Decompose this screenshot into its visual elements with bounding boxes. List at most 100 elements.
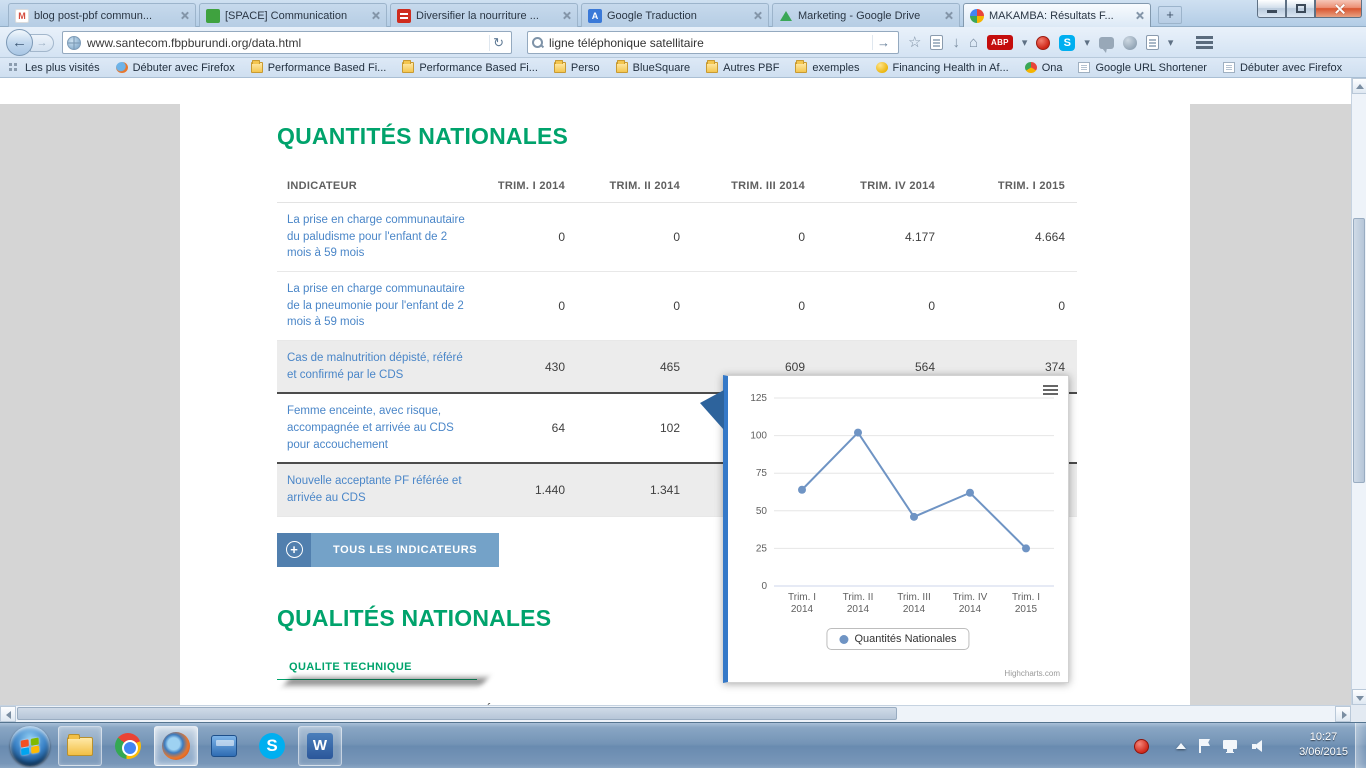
table-row[interactable]: La prise en charge communautaire de la p… [277,271,1077,342]
tab-qualite-technique[interactable]: QUALITE TECHNIQUE [277,653,477,680]
clipboard-icon[interactable] [1145,35,1159,50]
home-icon[interactable]: ⌂ [969,31,978,54]
reload-icon[interactable]: ↻ [489,34,507,51]
tab-pdf[interactable]: Diversifier la nourriture ... [390,3,578,27]
bookmark-star-icon[interactable]: ☆ [908,31,921,54]
network-icon[interactable] [1223,739,1239,753]
skype-caret-icon[interactable]: ▾ [1084,36,1090,49]
scroll-right-button[interactable] [1335,706,1351,722]
most-visited-icon [8,62,20,73]
horizontal-scrollbar-thumb[interactable] [17,707,897,720]
indicator-link[interactable]: Nouvelle acceptante PF référée et arrivé… [277,463,487,517]
back-button[interactable]: ← [6,29,33,56]
explorer-taskbar-button[interactable] [58,726,102,766]
tab-close-icon[interactable] [753,11,762,20]
chart-menu-icon[interactable] [1043,385,1058,396]
bookmark-folder-exemples[interactable]: exemples [795,60,860,74]
tab-close-icon[interactable] [1135,11,1144,20]
bookmark-folder-pbf1[interactable]: Performance Based Fi... [250,60,386,74]
svg-text:Trim. II2014: Trim. II 2014 [843,592,874,615]
value-cell: 0 [947,271,1077,342]
start-button[interactable] [10,726,50,766]
windows-taskbar: S W 10:27 3/06/2015 [0,722,1366,768]
horizontal-scrollbar[interactable] [0,705,1351,722]
value-cell: 0 [487,202,577,273]
vertical-scrollbar[interactable] [1351,78,1366,705]
extension-circle-icon[interactable] [1122,35,1137,50]
hidden-icons-arrow[interactable] [1176,743,1186,749]
app-taskbar-button[interactable] [202,726,246,766]
highcharts-credit[interactable]: Highcharts.com [1004,669,1060,678]
value-cell: 4.177 [817,202,947,273]
tab-drive[interactable]: Marketing - Google Drive [772,3,960,27]
url-text[interactable]: www.santecom.fbpburundi.org/data.html [87,36,483,50]
bookmark-financing-health[interactable]: Financing Health in Af... [875,62,1009,74]
taskbar-clock[interactable]: 10:27 3/06/2015 [1299,730,1348,760]
minimize-button[interactable] [1257,0,1286,18]
skype-toolbar-icon[interactable]: S [1059,34,1076,51]
tab-translate[interactable]: A Google Traduction [581,3,769,27]
table-row[interactable]: La prise en charge communautaire du palu… [277,202,1077,273]
bookmark-folder-autres-pbf[interactable]: Autres PBF [706,60,779,74]
word-taskbar-button[interactable]: W [298,726,342,766]
close-button[interactable] [1315,0,1362,18]
chrome-taskbar-button[interactable] [106,726,150,766]
page-viewport: QUANTITÉS NATIONALES INDICATEUR TRIM. I … [0,78,1366,705]
menu-icon[interactable] [1196,36,1214,49]
action-center-icon[interactable] [1199,739,1210,753]
bookmark-url-shortener[interactable]: Google URL Shortener [1078,62,1207,74]
new-tab-button[interactable]: + [1158,6,1182,24]
tab-close-icon[interactable] [371,11,380,20]
chat-bubble-icon[interactable] [1098,36,1114,53]
maximize-button[interactable] [1286,0,1315,18]
volume-icon[interactable] [1252,740,1266,752]
adblock-caret-icon[interactable]: ▾ [1022,36,1028,49]
indicator-link[interactable]: Femme enceinte, avec risque, accompagnée… [277,392,487,465]
indicator-link[interactable]: La prise en charge communautaire de la p… [277,271,487,342]
firefox-taskbar-button[interactable] [154,726,198,766]
tab-makamba-active[interactable]: MAKAMBA: Résultats F... [963,3,1151,27]
show-desktop-button[interactable] [1355,723,1366,768]
bookmark-label: Débuter avec Firefox [132,61,235,74]
tous-les-indicateurs-button[interactable]: + TOUS LES INDICATEURS [277,532,500,567]
search-go-icon[interactable]: → [872,35,894,50]
indicator-link[interactable]: Cas de malnutrition dépisté, référé et c… [277,340,487,394]
tab-gmail[interactable]: M blog post-pbf commun... [8,3,196,27]
toolbar-caret-icon[interactable]: ▾ [1168,36,1174,49]
indicator-link[interactable]: La prise en charge communautaire du palu… [277,202,487,273]
tab-space[interactable]: [SPACE] Communication [199,3,387,27]
column-header: TRIM. I 2015 [947,170,1077,203]
scroll-left-button[interactable] [0,706,16,722]
bookmark-folder-perso[interactable]: Perso [553,60,600,74]
bookmark-label: Performance Based Fi... [419,61,538,74]
bookmark-les-plus-visites[interactable]: Les plus visités [8,62,100,74]
scroll-up-button[interactable] [1352,78,1366,94]
downloads-icon[interactable]: ↓ [952,31,960,54]
search-bar[interactable]: → [527,31,899,54]
antivirus-icon[interactable] [1036,35,1051,50]
antivirus-tray-icon[interactable] [1134,738,1149,754]
bookmark-debuter-firefox-2[interactable]: Débuter avec Firefox [1222,62,1342,74]
bookmark-folder-pbf2[interactable]: Performance Based Fi... [402,60,538,74]
url-bar[interactable]: www.santecom.fbpburundi.org/data.html ↻ [62,31,512,54]
adblock-icon[interactable]: ABP [987,35,1013,50]
tab-close-icon[interactable] [180,11,189,20]
search-input[interactable] [549,35,866,50]
bookmark-debuter-firefox[interactable]: Débuter avec Firefox [115,61,235,74]
column-header: TRIM. III 2014 [692,170,817,203]
forward-button[interactable]: → [30,34,54,52]
tab-close-icon[interactable] [562,11,571,20]
bookmark-ona[interactable]: Ona [1024,62,1062,74]
scroll-down-button[interactable] [1352,689,1366,705]
svg-text:Trim. IV2014: Trim. IV 2014 [953,592,988,615]
tab-label: blog post-pbf commun... [34,9,153,22]
skype-taskbar-button[interactable]: S [250,726,294,766]
vertical-scrollbar-thumb[interactable] [1353,218,1365,483]
search-icon[interactable] [532,37,543,48]
chart-legend[interactable]: Quantités Nationales [826,628,970,650]
svg-text:25: 25 [756,543,768,554]
page-icon [1078,62,1091,73]
bookmark-folder-bluesquare[interactable]: BlueSquare [615,60,690,74]
tab-close-icon[interactable] [944,11,953,20]
bookmarks-panel-icon[interactable] [930,35,944,50]
